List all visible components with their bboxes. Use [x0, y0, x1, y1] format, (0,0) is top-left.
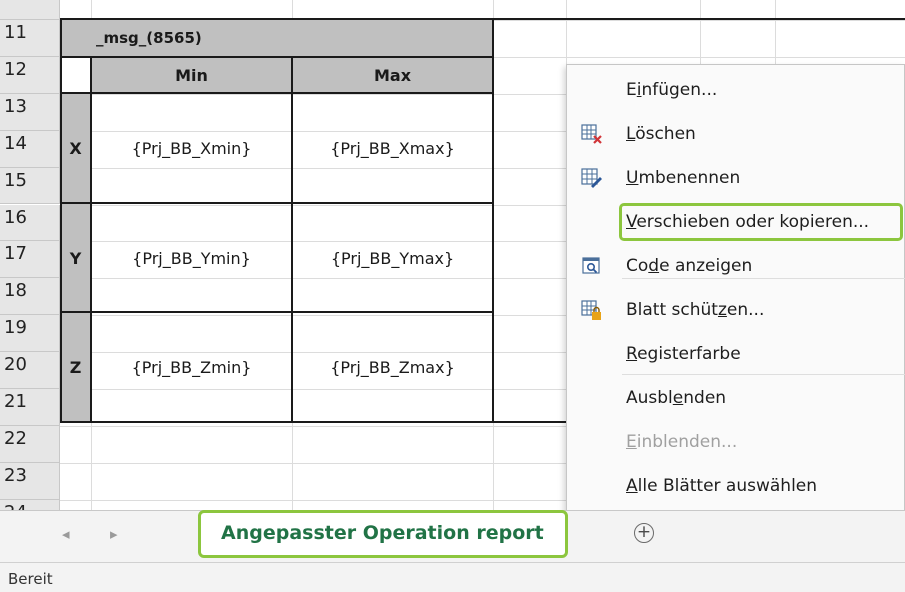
menu-item-label: Einblenden...	[626, 432, 738, 452]
rename-sheet-icon	[581, 167, 603, 189]
row-header[interactable]: 22	[0, 425, 60, 463]
menu-item[interactable]: Ausblenden	[567, 376, 905, 420]
scroll-tabs-left-icon[interactable]: ◂	[62, 525, 70, 543]
menu-item-label: Alle Blätter auswählen	[626, 476, 818, 496]
status-text: Bereit	[8, 570, 53, 588]
row-header[interactable]: 16	[0, 204, 60, 242]
table-border-horizontal	[60, 18, 905, 20]
row-header[interactable]: 24	[0, 499, 60, 510]
table-border-horizontal	[60, 421, 567, 423]
menu-item[interactable]: Einfügen...	[567, 68, 905, 112]
corner-empty-cell	[61, 58, 90, 92]
table-border-horizontal	[60, 202, 494, 204]
table-border-horizontal	[60, 311, 494, 313]
column-header-max[interactable]: Max	[293, 58, 492, 92]
axis-label[interactable]: Z	[61, 313, 90, 421]
min-value-cell[interactable]: {Prj_BB_Xmin}	[92, 94, 291, 202]
menu-separator	[622, 374, 905, 375]
row-header[interactable]: 23	[0, 462, 60, 500]
highlight-frame	[619, 203, 903, 241]
min-value-cell[interactable]: {Prj_BB_Ymin}	[92, 204, 291, 312]
menu-item-label: Registerfarbe	[626, 344, 741, 364]
row-header[interactable]: 14	[0, 130, 60, 168]
plus-icon: +	[636, 522, 652, 542]
menu-item[interactable]: Löschen	[567, 112, 905, 156]
row-header[interactable]: 19	[0, 315, 60, 353]
protect-sheet-icon	[581, 299, 603, 321]
sheet-tab-label: Angepasster Operation report	[221, 522, 544, 544]
max-value-cell[interactable]: {Prj_BB_Ymax}	[293, 204, 492, 312]
table-border-vertical	[291, 56, 293, 422]
sheet-tab-active[interactable]: Angepasster Operation report	[198, 510, 568, 558]
table-title[interactable]: _msg_(8565)	[96, 20, 296, 56]
row-header[interactable]: 13	[0, 93, 60, 131]
menu-item[interactable]: Verschieben oder kopieren...	[567, 200, 905, 244]
menu-separator	[622, 278, 905, 279]
table-border-horizontal	[60, 92, 494, 94]
max-value-cell[interactable]: {Prj_BB_Xmax}	[293, 94, 492, 202]
row-header-partial	[0, 0, 60, 20]
menu-item[interactable]: Code anzeigen	[567, 244, 905, 288]
column-header-min[interactable]: Min	[92, 58, 291, 92]
menu-item[interactable]: Blatt schützen...	[567, 288, 905, 332]
sheet-tab-bar: ◂ ▸ Angepasster Operation report +	[0, 510, 905, 562]
menu-item-label: Einfügen...	[626, 80, 718, 100]
row-header[interactable]: 11	[0, 20, 60, 57]
new-sheet-button[interactable]: +	[634, 523, 654, 543]
menu-item-label: Code anzeigen	[626, 256, 753, 276]
menu-item[interactable]: Umbenennen	[567, 156, 905, 200]
row-header[interactable]: 20	[0, 352, 60, 389]
scroll-tabs-right-icon[interactable]: ▸	[110, 525, 118, 543]
axis-label[interactable]: Y	[61, 204, 90, 312]
menu-item-label: Löschen	[626, 124, 696, 144]
menu-item-label: Umbenennen	[626, 168, 741, 188]
row-header[interactable]: 15	[0, 167, 60, 205]
menu-item-label: Ausblenden	[626, 388, 727, 408]
sheet-tab-context-menu: Einfügen... Löschen Umbenennen Verschieben …	[566, 64, 905, 514]
row-header[interactable]: 12	[0, 56, 60, 94]
menu-item: Einblenden...	[567, 420, 905, 464]
min-value-cell[interactable]: {Prj_BB_Zmin}	[92, 313, 291, 421]
table-border-vertical	[60, 18, 62, 423]
status-bar: Bereit	[0, 562, 905, 592]
max-value-cell[interactable]: {Prj_BB_Zmax}	[293, 313, 492, 421]
menu-item[interactable]: Registerfarbe	[567, 332, 905, 376]
delete-sheet-icon	[581, 123, 603, 145]
row-header[interactable]: 18	[0, 278, 60, 316]
row-header[interactable]: 17	[0, 241, 60, 279]
menu-item[interactable]: Alle Blätter auswählen	[567, 464, 905, 508]
table-border-horizontal	[60, 56, 494, 58]
view-code-icon	[581, 255, 603, 277]
axis-label[interactable]: X	[61, 94, 90, 202]
row-header[interactable]: 21	[0, 389, 60, 426]
table-border-vertical	[90, 56, 92, 422]
menu-item-label: Blatt schützen...	[626, 300, 765, 320]
table-border-vertical	[492, 18, 494, 423]
